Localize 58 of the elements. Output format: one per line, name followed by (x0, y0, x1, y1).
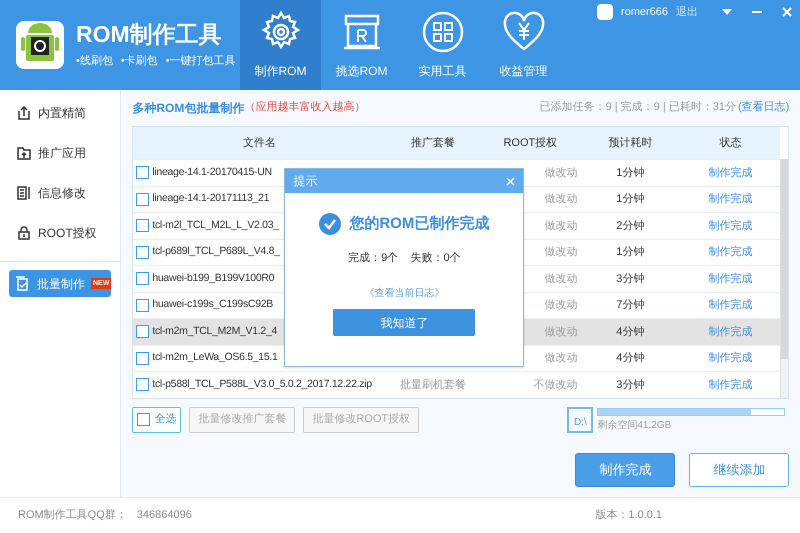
status-text: 制作完成 (708, 272, 752, 286)
column-header: 状态 (718, 136, 742, 151)
table-cell-text: 做改动 (544, 298, 578, 313)
table-cell-text: tcl-p588l_TCL_P588L_V3.0_5.0.2_2017.12.22.zip (152, 376, 372, 392)
table-cell-text: 批量刷机套餐 (400, 378, 466, 392)
feature-label: •卡刷包 (120, 54, 158, 70)
table-cell-text: tcl-m2m_TCL_M2M_V1.2_4 (152, 324, 278, 339)
table-cell-text: lineage-14.1-20171113_21 (152, 191, 270, 206)
table-cell-text: 做改动 (544, 245, 578, 260)
drive-icon: D:\ (567, 406, 594, 432)
table-cell-text: 做改动 (544, 218, 578, 234)
status-text: 制作完成 (708, 298, 752, 313)
feature-label: •一键打包工具 (166, 54, 236, 70)
user-name: romer666 (620, 5, 668, 20)
status-text: 制作完成 (708, 192, 752, 207)
table-cell-text: 7分钟 (616, 298, 644, 313)
table-cell-text: tcl-m2m_LeWa_OS6.5_15.1 (152, 350, 278, 366)
table-cell-text: 1分钟 (616, 166, 644, 180)
dialog-title: 提示 (293, 173, 318, 190)
free-space-text: 剩余空间41.2GB (597, 418, 672, 432)
table-cell-text: 3分钟 (616, 272, 644, 286)
qq-group-label: ROM制作工具QQ群： (18, 508, 127, 524)
task-stats: 已添加任务：9 | 完成：9 | 已耗时：31分 (540, 100, 736, 116)
status-text: 制作完成 (708, 350, 752, 366)
qq-group-number: 346864096 (136, 508, 192, 524)
column-header: 推广套餐 (410, 136, 456, 151)
table-cell-text: 4分钟 (616, 351, 644, 366)
table-cell-text: 1分钟 (616, 192, 644, 207)
section-title: 多种ROM包批量制作 (132, 100, 244, 116)
table-cell-text: 4分钟 (616, 324, 644, 340)
table-cell-text: 2分钟 (616, 218, 644, 234)
table-cell-text: 做改动 (544, 272, 578, 286)
app-title: ROM制作工具 (76, 20, 223, 50)
status-text: 制作完成 (708, 378, 752, 392)
section-note: （应用越丰富收入越高） (244, 100, 366, 114)
column-header: 预计耗时 (607, 136, 654, 151)
table-cell-text: huawei-c199s_C199sC92B (152, 297, 273, 312)
table-cell-text: huawei-b199_B199V100R0 (152, 270, 274, 286)
table-cell-text: 做改动 (544, 192, 578, 207)
table-cell-text: 不做改动 (533, 378, 578, 392)
status-text: 制作完成 (708, 166, 752, 180)
table-cell-text: 做改动 (544, 324, 578, 340)
status-text: 制作完成 (708, 324, 752, 340)
feature-label: •线刷包 (76, 54, 113, 70)
table-cell-text: tcl-m2l_TCL_M2L_L_V2.03_ (152, 218, 279, 233)
table-cell-text: lineage-14.1-20170415-UN (152, 164, 272, 180)
table-cell-text: 1分钟 (616, 245, 644, 260)
dialog-message: 您的ROM已制作完成 (349, 214, 490, 234)
status-text: 制作完成 (708, 244, 752, 260)
column-header: ROOT授权 (502, 136, 558, 151)
column-header: 文件名 (242, 136, 277, 151)
status-text: 制作完成 (708, 218, 752, 234)
result-summary: 完成：9个 失败：0个 (347, 250, 462, 266)
table-cell-text: 做改动 (544, 351, 578, 366)
version-text: 版本：1.0.0.1 (595, 508, 662, 524)
table-cell-text: 3分钟 (616, 378, 644, 392)
table-cell-text: tcl-p689l_TCL_P689L_V4.8_ (152, 244, 280, 260)
table-cell-text: 做改动 (544, 166, 578, 180)
